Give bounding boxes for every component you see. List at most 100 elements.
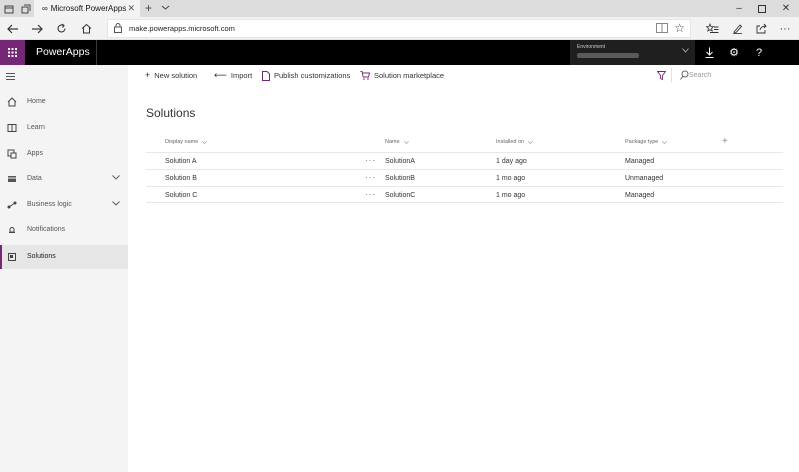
- more-options-icon[interactable]: ···: [773, 17, 797, 40]
- search-icon: [680, 70, 689, 80]
- more-actions-icon[interactable]: ···: [365, 173, 376, 182]
- table-row[interactable]: Solution B ··· SolutionB 1 mo ago Unmana…: [146, 169, 783, 186]
- chevron-down-icon[interactable]: [161, 3, 170, 12]
- new-solution-label: New solution: [154, 71, 198, 80]
- settings-gear-icon[interactable]: ⚙: [722, 40, 746, 65]
- close-window-icon[interactable]: ✕: [775, 0, 797, 17]
- import-arrow-icon: ⟵: [214, 70, 227, 80]
- sidebar-item-label: Business logic: [27, 201, 72, 208]
- table-row[interactable]: Solution A ··· SolutionA 1 day ago Manag…: [146, 152, 783, 169]
- solutions-icon: [7, 252, 17, 262]
- hamburger-menu-icon[interactable]: [6, 73, 15, 80]
- chevron-down-icon: [682, 48, 689, 53]
- tab-set-aside-icon[interactable]: [0, 0, 17, 17]
- maximize-icon[interactable]: [751, 0, 773, 17]
- search-input[interactable]: [689, 69, 789, 82]
- app-launcher-icon[interactable]: [0, 40, 25, 65]
- page-title: Solutions: [146, 106, 196, 120]
- sidebar-item-home[interactable]: Home: [0, 90, 128, 114]
- cell-package-type: Unmanaged: [625, 175, 664, 182]
- column-header-label: Display name: [165, 139, 199, 145]
- sidebar-item-notifications[interactable]: Notifications: [0, 218, 128, 242]
- close-tab-icon[interactable]: ✕: [127, 3, 135, 14]
- column-header-label: Package type: [625, 139, 659, 145]
- filter-icon[interactable]: [657, 71, 666, 80]
- solution-marketplace-button[interactable]: Solution marketplace: [360, 65, 444, 86]
- refresh-icon[interactable]: [49, 17, 73, 40]
- plus-icon: +: [145, 70, 151, 80]
- browser-tab[interactable]: ∞ Microsoft PowerApps ✕: [34, 0, 140, 17]
- new-solution-button[interactable]: + New solution: [145, 65, 197, 86]
- sidebar-item-business-logic[interactable]: Business logic: [0, 193, 128, 217]
- sidebar-item-apps[interactable]: Apps: [0, 142, 128, 166]
- publish-customizations-button[interactable]: Publish customizations: [262, 65, 350, 86]
- column-header-label: Installed on: [496, 139, 525, 145]
- column-header-display-name[interactable]: Display name: [165, 139, 208, 145]
- header-divider: [96, 40, 97, 65]
- environment-picker[interactable]: Environment: [570, 40, 695, 65]
- import-button[interactable]: ⟵ Import: [214, 65, 252, 86]
- left-navigation: Home Learn Apps Data Business logic Noti…: [0, 65, 128, 472]
- chevron-down-icon: [403, 140, 409, 144]
- powerapps-logo-icon: ∞: [42, 4, 48, 13]
- chevron-down-icon: [662, 140, 668, 144]
- forward-icon[interactable]: [25, 17, 49, 40]
- cell-display-name[interactable]: Solution B: [165, 175, 197, 182]
- cell-installed-on: 1 mo ago: [496, 192, 526, 199]
- cell-display-name[interactable]: Solution C: [165, 192, 197, 199]
- document-icon: [262, 70, 270, 81]
- table-row[interactable]: Solution C ··· SolutionC 1 mo ago Manage…: [146, 186, 783, 203]
- new-tab-icon[interactable]: +: [145, 1, 152, 15]
- cell-installed-on: 1 mo ago: [496, 175, 526, 182]
- main-content: Solutions Display name Name Installed on…: [128, 86, 799, 472]
- shopping-cart-icon: [360, 71, 370, 80]
- apps-icon: [7, 149, 17, 159]
- column-header-label: Name: [385, 139, 400, 145]
- cell-name: SolutionA: [385, 158, 415, 165]
- cell-display-name[interactable]: Solution A: [165, 158, 197, 165]
- app-title[interactable]: PowerApps: [36, 46, 90, 58]
- tab-preview-icon[interactable]: [17, 0, 34, 17]
- favorite-star-icon[interactable]: ☆: [674, 21, 685, 35]
- flow-icon: [7, 200, 17, 210]
- sidebar-item-label: Home: [27, 98, 46, 105]
- more-actions-icon[interactable]: ···: [365, 156, 376, 165]
- environment-value-redacted: [577, 53, 639, 58]
- cell-package-type: Managed: [625, 158, 655, 165]
- bell-icon: [7, 225, 17, 235]
- publish-label: Publish customizations: [274, 71, 351, 80]
- more-actions-icon[interactable]: ···: [365, 190, 376, 199]
- chevron-down-icon: [528, 140, 534, 144]
- sidebar-item-data[interactable]: Data: [0, 167, 128, 191]
- command-bar: + New solution ⟵ Import Publish customiz…: [128, 65, 799, 86]
- download-icon[interactable]: [697, 40, 721, 65]
- import-label: Import: [230, 71, 253, 80]
- cell-installed-on: 1 day ago: [496, 158, 527, 165]
- favorites-hub-icon[interactable]: [700, 17, 724, 40]
- back-icon[interactable]: [1, 17, 25, 40]
- reading-view-icon[interactable]: [656, 23, 668, 33]
- chevron-down-icon: [202, 140, 208, 144]
- book-icon: [7, 123, 17, 133]
- lock-icon: [114, 23, 122, 33]
- column-header-name[interactable]: Name: [385, 139, 409, 145]
- home-browser-icon[interactable]: [74, 17, 98, 40]
- chevron-down-icon[interactable]: [112, 175, 120, 180]
- sidebar-item-learn[interactable]: Learn: [0, 116, 128, 140]
- pen-notes-icon[interactable]: [725, 17, 749, 40]
- sidebar-item-label: Notifications: [27, 226, 66, 233]
- add-column-icon[interactable]: +: [722, 136, 728, 147]
- sidebar-item-solutions[interactable]: Solutions: [0, 245, 128, 269]
- address-bar[interactable]: make.powerapps.microsoft.com ☆: [107, 19, 691, 38]
- share-icon[interactable]: [749, 17, 773, 40]
- search-divider: [671, 68, 672, 83]
- column-header-package-type[interactable]: Package type: [625, 139, 668, 145]
- sidebar-item-label: Learn: [27, 124, 45, 131]
- column-header-installed-on[interactable]: Installed on: [496, 139, 534, 145]
- environment-label: Environment: [577, 44, 606, 50]
- sidebar-item-label: Data: [27, 175, 42, 182]
- help-icon[interactable]: ?: [747, 40, 771, 65]
- chevron-down-icon[interactable]: [112, 201, 120, 206]
- minimize-icon[interactable]: –: [728, 0, 750, 17]
- marketplace-label: Solution marketplace: [374, 71, 445, 80]
